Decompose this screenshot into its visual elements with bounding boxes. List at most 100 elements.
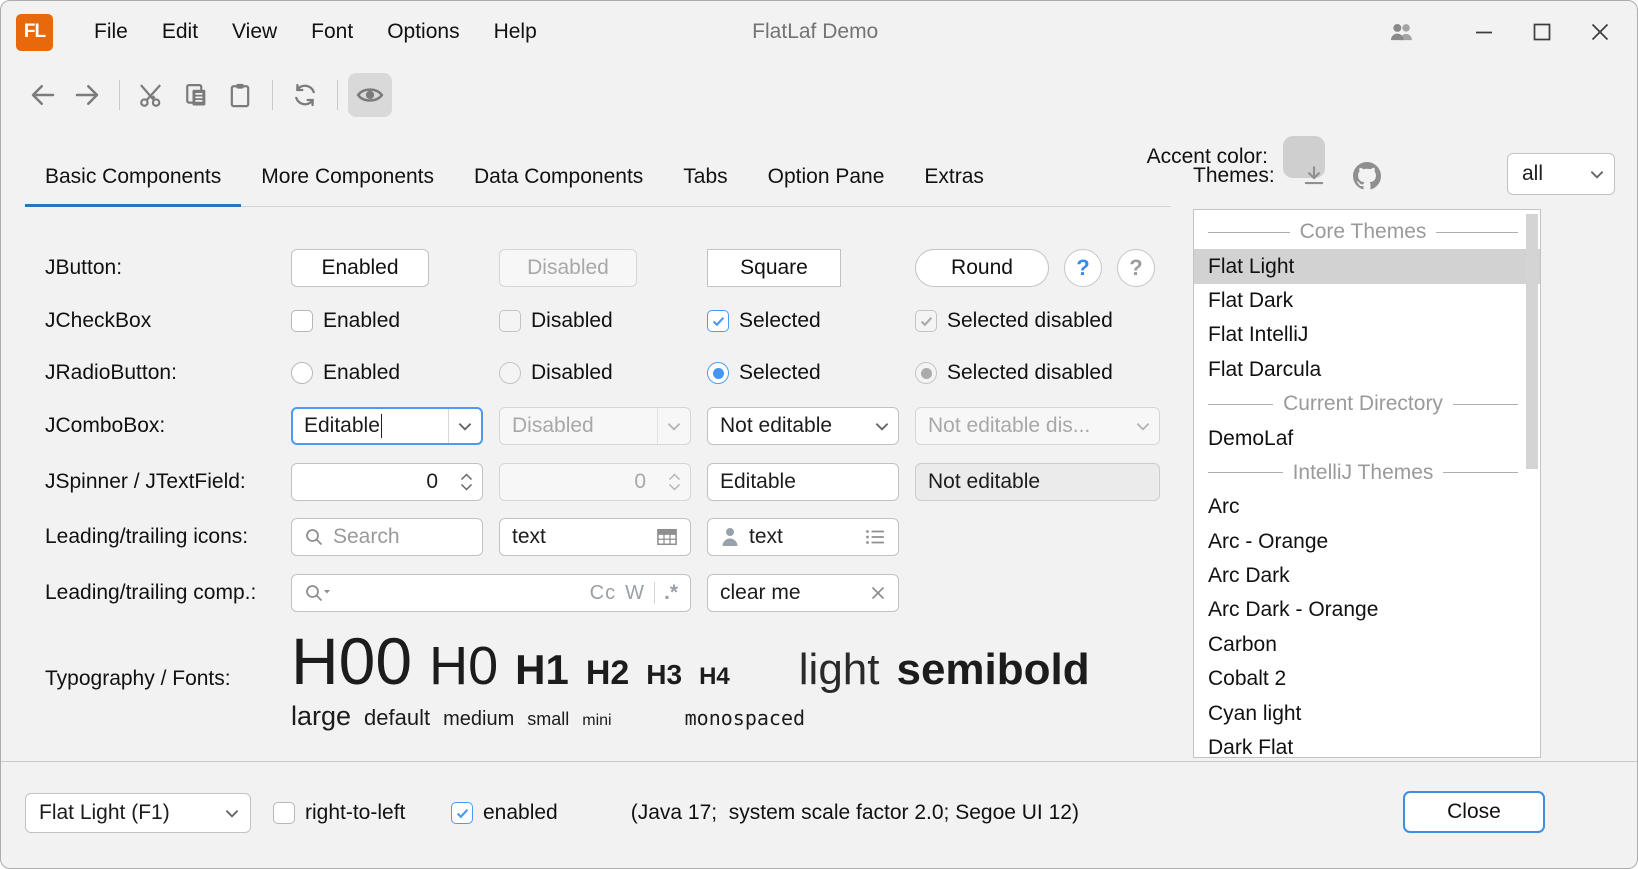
row-jcheckbox: JCheckBox Enabled Disabled Selected Sele… [45,303,1160,339]
tab-more-components[interactable]: More Components [241,147,454,206]
clear-me-field[interactable]: clear me [707,574,899,612]
textfield-editable[interactable]: Editable [707,463,899,501]
theme-group-header: IntelliJ Themes [1194,456,1540,490]
chevron-down-icon[interactable] [448,409,481,443]
app-logo: FL [16,14,53,51]
clear-x-icon[interactable] [870,585,886,601]
chevron-down-icon [1580,170,1614,179]
combobox-not-editable[interactable]: Not editable [707,407,899,445]
search-dropdown-icon[interactable] [304,583,332,603]
menu-options[interactable]: Options [370,10,476,54]
menu-help[interactable]: Help [477,10,554,54]
right-to-left-checkbox[interactable] [273,802,295,824]
system-info-text: (Java 17; system scale factor 2.0; Segoe… [631,793,1079,833]
theme-item-arc-dark-orange[interactable]: Arc Dark - Orange [1194,593,1540,627]
toolbar: Accent color: [1,63,1637,127]
theme-item-arc[interactable]: Arc [1194,490,1540,524]
refresh-icon[interactable] [283,73,327,117]
menu-font[interactable]: Font [294,10,370,54]
small-sample: small [527,709,569,730]
regex-icon[interactable]: .* [664,581,678,605]
app-window: FL File Edit View Font Options Help Flat… [0,0,1638,869]
table-icon[interactable] [656,527,678,547]
tab-option-pane[interactable]: Option Pane [748,147,905,206]
themes-list: Core Themes Flat Light Flat Dark Flat In… [1193,209,1541,758]
radio-selected-disabled [915,362,937,384]
laf-selector-combobox[interactable]: Flat Light (F1) [25,793,251,833]
round-button[interactable]: Round [915,249,1049,287]
theme-item-flat-intellij[interactable]: Flat IntelliJ [1194,318,1540,352]
radio-selected[interactable] [707,362,729,384]
show-hidden-eye-icon[interactable] [348,73,392,117]
close-button[interactable]: Close [1403,791,1545,833]
combobox-not-editable-disabled: Not editable dis... [915,407,1160,445]
jspinner-label: JSpinner / JTextField: [45,470,291,494]
search-field[interactable]: Search [291,518,483,556]
help-button-gray[interactable]: ? [1117,249,1155,287]
tab-extras[interactable]: Extras [904,147,1004,206]
spinner-enabled[interactable]: 0 [291,463,483,501]
themes-filter-combobox[interactable]: all [1507,153,1615,195]
search-icon [304,527,324,547]
combobox-editable[interactable]: Editable [291,407,483,445]
theme-item-arc-dark[interactable]: Arc Dark [1194,559,1540,593]
theme-item-cobalt-2[interactable]: Cobalt 2 [1194,662,1540,696]
theme-item-flat-light[interactable]: Flat Light [1194,249,1540,283]
chevron-down-icon[interactable] [865,408,898,444]
text-field-with-person-icon[interactable]: text [707,518,899,556]
h00-sample: H00 [291,623,412,699]
download-icon[interactable] [1301,163,1327,189]
radio-enabled[interactable] [291,362,313,384]
menu-file[interactable]: File [77,10,145,54]
window-title: FlatLaf Demo [752,20,878,44]
spinner-arrows[interactable] [450,473,482,491]
enabled-button[interactable]: Enabled [291,249,429,287]
combobox-disabled: Disabled [499,407,691,445]
close-window-button[interactable] [1571,8,1629,56]
maximize-button[interactable] [1513,8,1571,56]
minimize-button[interactable] [1455,8,1513,56]
text-field-with-table-icon[interactable]: text [499,518,691,556]
menu-edit[interactable]: Edit [145,10,215,54]
row-jspinner: JSpinner / JTextField: 0 0 Editable Not … [45,463,1160,501]
match-case-icon[interactable]: Cc [590,582,616,605]
main-tabbar: Basic Components More Components Data Co… [25,147,1171,207]
enabled-checkbox[interactable] [451,802,473,824]
theme-item-flat-darcula[interactable]: Flat Darcula [1194,353,1540,387]
tab-basic-components[interactable]: Basic Components [25,147,241,206]
h0-sample: H0 [429,635,498,697]
theme-item-flat-dark[interactable]: Flat Dark [1194,284,1540,318]
row-leading-trailing-icons: Leading/trailing icons: Search text text [45,518,915,556]
copy-icon[interactable] [174,73,218,117]
medium-sample: medium [443,708,514,731]
checkbox-enabled[interactable] [291,310,313,332]
users-icon[interactable] [1367,8,1437,56]
paste-icon[interactable] [218,73,262,117]
whole-word-icon[interactable]: W [625,582,645,605]
checkbox-disabled [499,310,521,332]
theme-item-cyan-light[interactable]: Cyan light [1194,696,1540,730]
tab-tabs[interactable]: Tabs [663,147,747,206]
back-icon[interactable] [21,73,65,117]
list-icon[interactable] [864,527,886,547]
radio-disabled [499,362,521,384]
help-button-blue[interactable]: ? [1064,249,1102,287]
theme-item-carbon[interactable]: Carbon [1194,628,1540,662]
checkbox-selected-disabled [915,310,937,332]
monospaced-sample: monospaced [685,706,805,730]
h4-sample: H4 [699,663,730,691]
tab-data-components[interactable]: Data Components [454,147,663,206]
github-icon[interactable] [1353,162,1381,190]
menu-view[interactable]: View [215,10,294,54]
scrollbar-thumb[interactable] [1526,214,1538,469]
forward-icon[interactable] [65,73,109,117]
theme-item-arc-orange[interactable]: Arc - Orange [1194,525,1540,559]
checkbox-selected[interactable] [707,310,729,332]
cut-icon[interactable] [130,73,174,117]
theme-item-demolaf[interactable]: DemoLaf [1194,421,1540,455]
themes-scrollbar[interactable] [1526,212,1538,755]
search-field-with-options[interactable]: Cc W .* [291,574,691,612]
square-button[interactable]: Square [707,249,841,287]
theme-item-dark-flat[interactable]: Dark Flat [1194,731,1540,758]
person-icon [720,526,740,548]
